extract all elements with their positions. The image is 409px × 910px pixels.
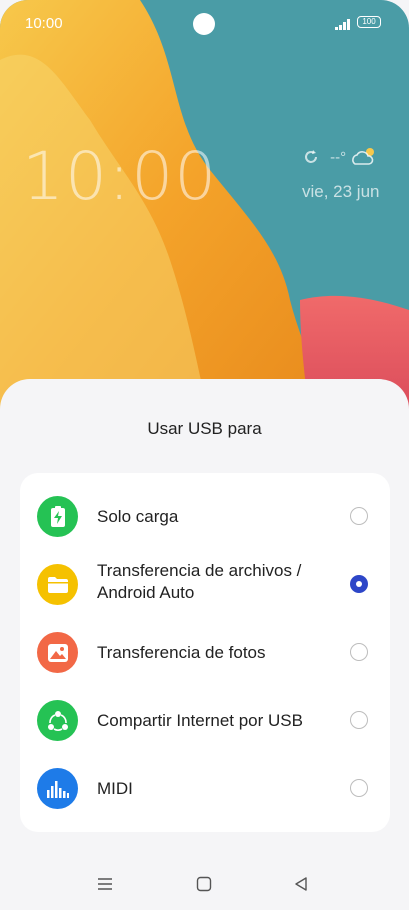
refresh-icon: [302, 148, 324, 165]
home-icon[interactable]: [196, 876, 212, 897]
back-icon[interactable]: [293, 876, 309, 897]
option-compartir-internet[interactable]: Compartir Internet por USB: [20, 687, 390, 755]
option-label: Solo carga: [97, 507, 179, 526]
battery-icon: 100: [357, 16, 381, 28]
weather-widget: --°: [302, 147, 376, 167]
status-time: 10:00: [25, 15, 63, 32]
option-transferencia-archivos[interactable]: Transferencia de archivos / Android Auto: [20, 551, 390, 619]
option-label: Compartir Internet por USB: [97, 711, 303, 730]
option-solo-carga[interactable]: Solo carga: [20, 483, 390, 551]
options-card: Solo carga Transferencia de archivos / A…: [20, 473, 390, 832]
battery-charge-icon: [37, 496, 78, 537]
folder-icon: [37, 564, 78, 605]
navigation-bar: [0, 862, 409, 910]
usb-dialog: Usar USB para Solo carga Transferencia d…: [0, 379, 409, 910]
lockscreen-date: vie, 23 jun: [302, 182, 380, 201]
dialog-title: Usar USB para: [147, 419, 262, 438]
radio-button[interactable]: [350, 779, 368, 797]
option-label-line1: Transferencia de archivos /: [97, 561, 302, 580]
option-label: MIDI: [97, 779, 133, 798]
weather-temp: --°: [330, 148, 347, 166]
signal-icon: [335, 17, 351, 35]
option-midi[interactable]: MIDI: [20, 755, 390, 823]
cloud-icon: [350, 148, 376, 165]
option-transferencia-fotos[interactable]: Transferencia de fotos: [20, 619, 390, 687]
equalizer-icon: [37, 768, 78, 809]
radio-button[interactable]: [350, 643, 368, 661]
front-camera: [193, 13, 215, 35]
radio-button-selected[interactable]: [350, 575, 368, 593]
status-bar: 10:00 100: [0, 0, 409, 46]
radio-button[interactable]: [350, 711, 368, 729]
option-label: Transferencia de archivos / Android Auto: [97, 560, 301, 604]
option-label-line2: Android Auto: [97, 583, 195, 602]
option-label: Transferencia de fotos: [97, 643, 266, 662]
lockscreen-clock: 10:00: [22, 138, 218, 215]
menu-icon[interactable]: [97, 876, 113, 897]
radio-button[interactable]: [350, 507, 368, 525]
share-icon: [37, 700, 78, 741]
photo-icon: [37, 632, 78, 673]
